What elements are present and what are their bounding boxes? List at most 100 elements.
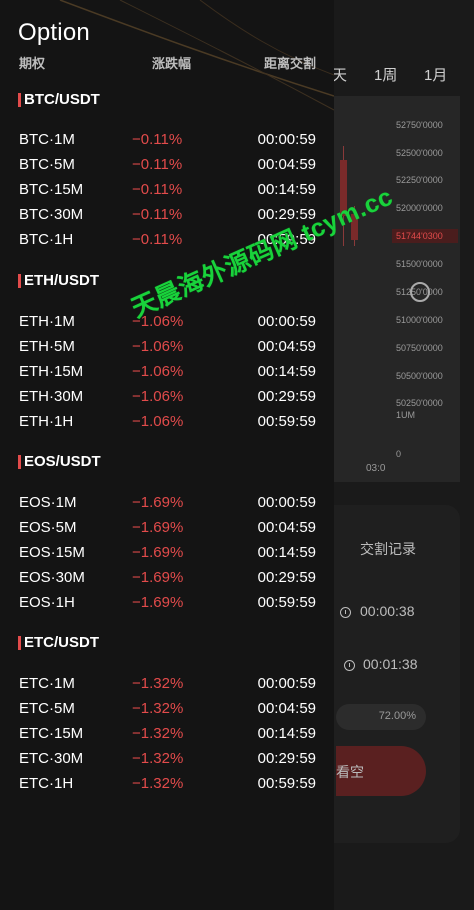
option-row[interactable]: EOS·1M −1.69% 00:00:59 (0, 494, 334, 518)
option-change: −1.32% (132, 725, 184, 742)
header-countdown: 距离交割 (263, 56, 316, 71)
option-change: −0.11% (132, 181, 183, 198)
option-countdown: 00:14:59 (257, 725, 316, 742)
option-countdown: 00:59:59 (257, 775, 316, 792)
option-drawer: Option 期权 涨跌幅 距离交割 BTC/USDT BTC·1M −0.11… (0, 0, 334, 910)
header-name: 期权 (19, 56, 46, 71)
option-row[interactable]: ETC·30M −1.32% 00:29:59 (0, 750, 334, 774)
option-name: BTC·5M (19, 156, 75, 173)
option-row[interactable]: EOS·15M −1.69% 00:14:59 (0, 544, 334, 568)
option-row[interactable]: BTC·15M −0.11% 00:14:59 (0, 181, 334, 205)
option-name: ETC·1M (19, 675, 75, 692)
option-row[interactable]: EOS·5M −1.69% 00:04:59 (0, 519, 334, 543)
option-countdown: 00:00:59 (257, 131, 316, 148)
option-change: −1.06% (132, 363, 184, 380)
timer-one: 00:00:38 (360, 603, 415, 619)
option-change: −0.11% (132, 231, 183, 248)
option-change: −0.11% (132, 206, 183, 223)
tab-week[interactable]: 1周 (374, 64, 397, 85)
kline-chart[interactable]: 52750'0000 52500'0000 52250'0000 52000'0… (334, 96, 460, 482)
option-countdown: 00:29:59 (257, 388, 316, 405)
option-countdown: 00:29:59 (257, 750, 316, 767)
option-change: −1.32% (132, 700, 184, 717)
option-countdown: 00:14:59 (257, 363, 316, 380)
price-tick: 50250'0000 (396, 398, 443, 408)
clock-icon (340, 607, 351, 618)
option-row[interactable]: ETH·1H −1.06% 00:59:59 (0, 413, 334, 437)
clock-icon (344, 660, 355, 671)
chart-time-label: 03:0 (366, 463, 386, 474)
option-name: ETH·1M (19, 313, 75, 330)
sell-button[interactable]: 看空 (336, 746, 426, 796)
option-change: −1.69% (132, 594, 184, 611)
option-row[interactable]: BTC·1M −0.11% 00:00:59 (0, 131, 334, 155)
option-row[interactable]: EOS·1H −1.69% 00:59:59 (0, 594, 334, 618)
option-row[interactable]: ETC·5M −1.32% 00:04:59 (0, 700, 334, 724)
price-tick: 52750'0000 (396, 120, 443, 130)
option-row[interactable]: ETC·1H −1.32% 00:59:59 (0, 775, 334, 799)
progress-bar: 72.00% (336, 704, 426, 730)
option-name: ETH·1H (19, 413, 74, 430)
price-tick: 50500'0000 (396, 371, 443, 381)
option-name: EOS·1M (19, 494, 77, 511)
volume-label: 1UM (396, 410, 416, 420)
delivery-record-link[interactable]: 交割记录 (360, 539, 416, 559)
section-title: ETH/USDT (24, 272, 99, 289)
option-row[interactable]: ETC·1M −1.32% 00:00:59 (0, 675, 334, 699)
crosshair-cursor[interactable] (410, 282, 430, 302)
option-countdown: 00:04:59 (257, 519, 316, 536)
option-change: −1.69% (132, 544, 184, 561)
option-row[interactable]: ETH·30M −1.06% 00:29:59 (0, 388, 334, 412)
period-tabs: 天 1周 1月 (330, 64, 474, 86)
progress-text: 72.00% (378, 710, 416, 722)
option-change: −1.69% (132, 569, 184, 586)
section-title: ETC/USDT (24, 634, 99, 651)
option-change: −1.69% (132, 519, 184, 536)
option-change: −1.69% (132, 494, 184, 511)
option-name: ETH·30M (19, 388, 84, 405)
option-row[interactable]: EOS·30M −1.69% 00:29:59 (0, 569, 334, 593)
option-name: EOS·5M (19, 519, 77, 536)
price-tick: 52500'0000 (396, 148, 443, 158)
sell-button-label: 看空 (336, 764, 364, 780)
option-name: EOS·30M (19, 569, 85, 586)
option-name: BTC·1H (19, 231, 74, 248)
option-countdown: 00:04:59 (257, 156, 316, 173)
option-countdown: 00:00:59 (257, 675, 316, 692)
option-name: BTC·1M (19, 131, 75, 148)
option-countdown: 00:00:59 (257, 494, 316, 511)
tab-month[interactable]: 1月 (424, 64, 447, 85)
option-change: −0.11% (132, 131, 183, 148)
option-name: EOS·15M (19, 544, 85, 561)
option-countdown: 00:59:59 (257, 413, 316, 430)
option-change: −1.06% (132, 338, 184, 355)
option-countdown: 00:04:59 (257, 338, 316, 355)
current-price-badge: 51744'0300 (392, 229, 458, 243)
option-row[interactable]: ETH·5M −1.06% 00:04:59 (0, 338, 334, 362)
option-row[interactable]: ETH·15M −1.06% 00:14:59 (0, 363, 334, 387)
option-countdown: 00:29:59 (257, 569, 316, 586)
option-name: BTC·30M (19, 206, 84, 223)
section-title: BTC/USDT (24, 91, 100, 108)
option-change: −1.32% (132, 775, 184, 792)
option-row[interactable]: BTC·5M −0.11% 00:04:59 (0, 156, 334, 180)
option-name: BTC·15M (19, 181, 84, 198)
volume-zero: 0 (396, 449, 402, 459)
option-countdown: 00:59:59 (257, 594, 316, 611)
price-tick: 51500'0000 (396, 259, 443, 269)
option-countdown: 00:04:59 (257, 700, 316, 717)
option-change: −1.06% (132, 388, 184, 405)
tab-day[interactable]: 天 (332, 64, 347, 85)
option-row[interactable]: ETH·1M −1.06% 00:00:59 (0, 313, 334, 337)
option-name: ETC·30M (19, 750, 84, 767)
option-name: ETC·15M (19, 725, 84, 742)
option-name: ETH·5M (19, 338, 75, 355)
option-name: ETH·15M (19, 363, 84, 380)
price-tick: 52000'0000 (396, 203, 443, 213)
timer-two: 00:01:38 (363, 656, 418, 672)
drawer-title: Option (18, 19, 90, 46)
header-change: 涨跌幅 (152, 56, 192, 71)
option-countdown: 00:14:59 (257, 544, 316, 561)
option-row[interactable]: ETC·15M −1.32% 00:14:59 (0, 725, 334, 749)
option-change: −0.11% (132, 156, 183, 173)
